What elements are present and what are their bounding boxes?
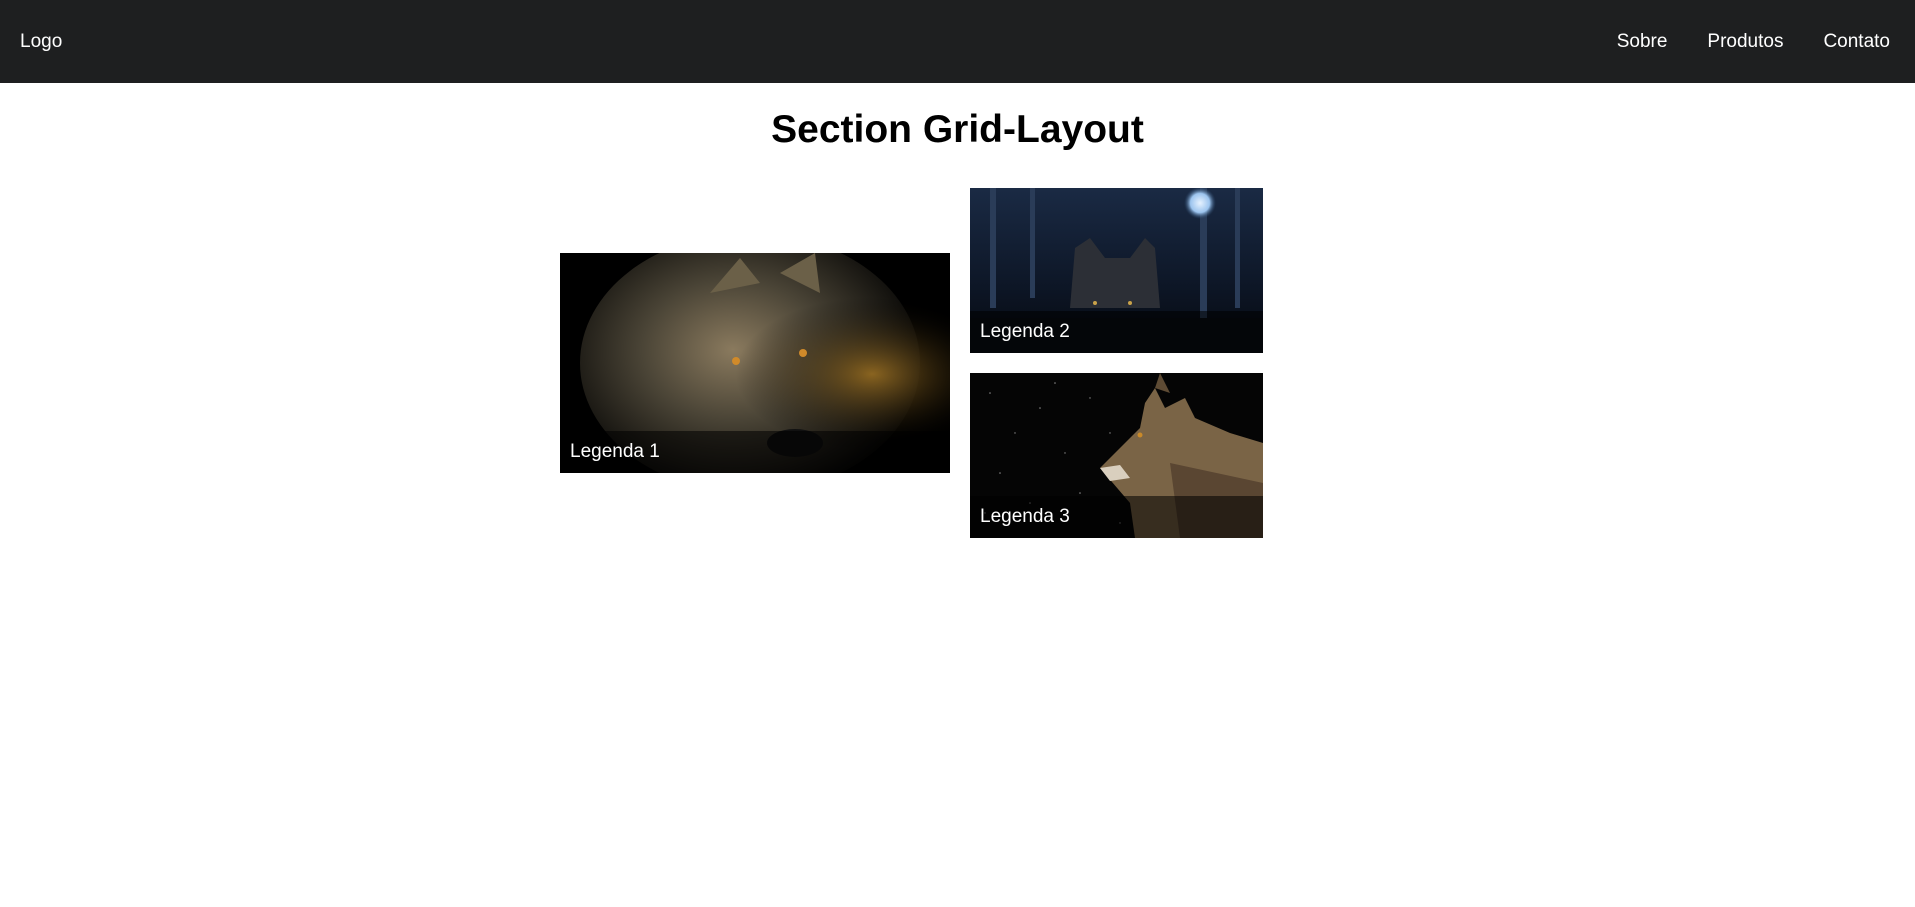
nav-link-sobre[interactable]: Sobre — [1617, 31, 1668, 53]
nav-link-contato[interactable]: Contato — [1823, 31, 1890, 53]
gallery-card-3[interactable]: Legenda 3 — [970, 373, 1263, 538]
section-title: Section Grid-Layout — [771, 108, 1144, 151]
nav-link-produtos[interactable]: Produtos — [1707, 31, 1783, 53]
nav-links: Sobre Produtos Contato — [1617, 0, 1890, 83]
gallery-caption-2: Legenda 2 — [970, 311, 1263, 353]
navbar: Logo Sobre Produtos Contato — [0, 0, 1915, 83]
gallery-card-2[interactable]: Legenda 2 — [970, 188, 1263, 353]
gallery-caption-1: Legenda 1 — [560, 431, 950, 473]
gallery-caption-3: Legenda 3 — [970, 496, 1263, 538]
gallery-card-1[interactable]: Legenda 1 — [560, 253, 950, 473]
logo-link[interactable]: Logo — [20, 0, 62, 83]
